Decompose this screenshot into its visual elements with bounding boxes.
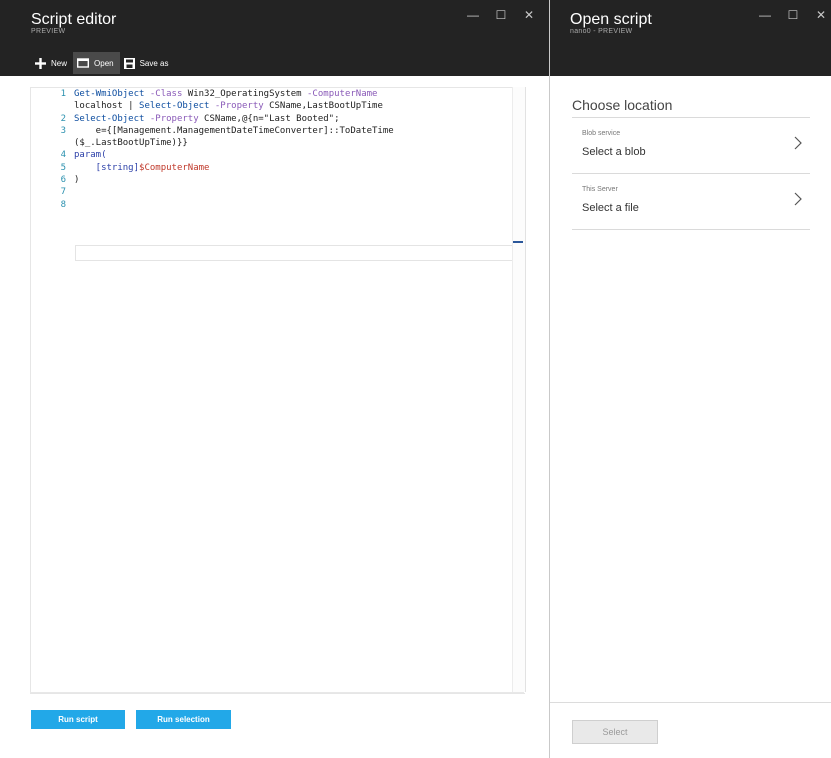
code-token: CSName,LastBootUpTime [269, 101, 383, 112]
plus-icon [35, 57, 46, 69]
line-number: 3 [60, 125, 66, 136]
minimize-icon[interactable]: — [466, 8, 480, 22]
save-as-button[interactable]: Save as [120, 52, 175, 74]
current-line-highlight [75, 245, 525, 261]
code-token: $ComputerName [139, 162, 210, 173]
code-content[interactable]: 1 Get-WmiObject -Class Win32_OperatingSys… [32, 88, 394, 211]
maximize-icon[interactable]: ☐ [786, 8, 800, 22]
code-token: Select-Object [74, 113, 150, 124]
window-controls: — ☐ ✕ [466, 8, 536, 22]
chevron-right-icon [794, 136, 802, 153]
line-number: 1 [60, 89, 66, 99]
close-icon[interactable]: ✕ [814, 8, 828, 22]
editor-horizontal-scrollbar[interactable] [30, 692, 524, 703]
open-label: Open [94, 58, 114, 68]
code-line[interactable]: 1 Get-WmiObject -Class Win32_OperatingSys… [32, 88, 394, 100]
code-token: [string] [74, 162, 140, 173]
editor-vertical-scrollbar[interactable] [512, 87, 526, 692]
select-button[interactable]: Select [572, 720, 658, 744]
blade-title: Script editor [31, 11, 117, 28]
new-label: New [51, 58, 68, 68]
editor-toolbar: New Open Save as [31, 52, 175, 74]
code-line[interactable]: 5 [string]$ComputerName [32, 162, 394, 174]
open-script-header: Open script nano0 - PREVIEW — ☐ ✕ [550, 0, 831, 76]
code-token: Select-Object [139, 101, 215, 112]
script-editor-header: Script editor PREVIEW — ☐ ✕ New Open Sav… [0, 0, 549, 76]
location-item-label: Select a blob [582, 146, 646, 158]
code-line[interactable]: 7 [32, 186, 394, 198]
code-token: localhost | [74, 101, 140, 112]
scrollbar-position-marker [513, 241, 523, 243]
maximize-icon[interactable]: ☐ [494, 8, 508, 22]
chevron-right-icon [794, 192, 802, 209]
run-selection-button[interactable]: Run selection [136, 710, 231, 729]
location-list: Blob service Select a blob This Server S… [572, 117, 810, 230]
line-number: 6 [60, 175, 66, 186]
code-token: -ComputerName [307, 89, 378, 99]
close-icon[interactable]: ✕ [522, 8, 536, 22]
code-token: -Property [214, 101, 270, 112]
code-token: param( [74, 150, 107, 161]
save-as-label: Save as [139, 58, 169, 68]
open-script-footer-divider [550, 702, 831, 703]
line-number: 8 [60, 199, 66, 210]
code-line[interactable]: ($_.LastBootUpTime)}} [32, 137, 394, 149]
code-line[interactable]: 4 param( [32, 149, 394, 161]
run-script-button[interactable]: Run script [31, 710, 125, 729]
code-token: -Property [149, 113, 205, 124]
script-editor-blade: Script editor PREVIEW — ☐ ✕ New Open Sav… [0, 0, 550, 758]
new-button[interactable]: New [31, 52, 73, 74]
code-line[interactable]: 3 e={[Management.ManagementDateTimeConve… [32, 125, 394, 137]
code-token: ($_.LastBootUpTime)}} [74, 138, 188, 149]
blade-subtitle: PREVIEW [31, 28, 66, 35]
window-controls: — ☐ ✕ [758, 8, 828, 22]
minimize-icon[interactable]: — [758, 8, 772, 22]
code-line[interactable]: 6) [32, 174, 394, 186]
code-token: CSName,@{n="Last Booted"; [204, 113, 340, 124]
open-script-blade: Open script nano0 - PREVIEW — ☐ ✕ Choose… [550, 0, 831, 758]
code-token: -Class [149, 89, 188, 99]
folder-open-icon [77, 58, 90, 68]
open-button[interactable]: Open [73, 52, 120, 74]
line-number: 5 [60, 162, 66, 173]
location-item-blob[interactable]: Blob service Select a blob [572, 117, 810, 173]
code-line[interactable]: localhost | Select-Object -Property CSNa… [32, 100, 394, 112]
editor-action-buttons: Run script Run selection [31, 710, 231, 729]
code-token: ) [74, 175, 80, 186]
save-icon [123, 57, 135, 69]
blade-subtitle: nano0 - PREVIEW [570, 28, 633, 35]
line-number: 4 [60, 150, 66, 161]
blade-title: Open script [570, 11, 652, 28]
code-line[interactable]: 8 [32, 199, 394, 211]
line-number: 7 [60, 187, 66, 198]
location-item-caption: This Server [582, 186, 618, 193]
line-number: 2 [60, 113, 66, 124]
code-token: Win32_OperatingSystem [187, 89, 308, 99]
location-item-caption: Blob service [582, 130, 621, 137]
location-item-label: Select a file [582, 202, 639, 214]
code-token: e={[Management.ManagementDateTimeConvert… [74, 125, 394, 136]
code-line[interactable]: 2 Select-Object -Property CSName,@{n="Las… [32, 113, 394, 125]
choose-location-heading: Choose location [572, 97, 673, 113]
location-item-server[interactable]: This Server Select a file [572, 173, 810, 230]
code-token: Get-WmiObject [74, 89, 150, 99]
